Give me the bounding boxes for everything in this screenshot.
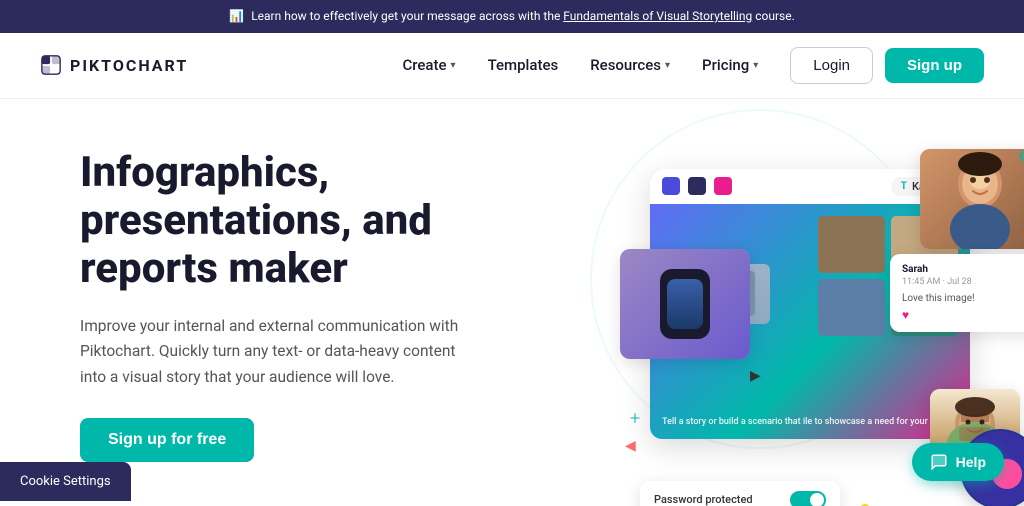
nav-links: Create ▾ Templates Resources ▾ Pricing ▾ [390, 48, 770, 82]
logo-icon [40, 54, 62, 76]
canvas-text: Tell a story or build a scenario that il… [662, 416, 958, 429]
plus-icon-1: + [630, 408, 640, 429]
hero-subtitle: Improve your internal and external commu… [80, 314, 460, 391]
create-label: Create [402, 56, 446, 74]
chat-heart-icon: ♥ [902, 308, 1024, 322]
nav-pricing[interactable]: Pricing ▾ [690, 48, 770, 82]
piktochart-t-icon: T [901, 181, 907, 192]
photo-3 [818, 279, 885, 336]
help-chat-icon [930, 453, 948, 471]
password-card: Password protected [640, 481, 840, 506]
templates-label: Templates [488, 56, 559, 74]
hero-text: Infographics, presentations, and reports… [80, 139, 560, 463]
color-swatch-pink [714, 177, 732, 195]
chat-card: Sarah 11:45 AM · Jul 28 Love this image!… [890, 254, 1024, 332]
watch-background [620, 249, 750, 359]
help-label: Help [956, 454, 986, 470]
nav-create[interactable]: Create ▾ [390, 48, 467, 82]
profile-card [920, 149, 1024, 249]
person-svg [940, 149, 1020, 249]
signup-button[interactable]: Sign up [885, 48, 984, 83]
photo-1 [818, 216, 885, 273]
logo-text: PIKTOCHART [70, 56, 188, 75]
red-triangle-decoration: ◀ [625, 438, 636, 454]
watch-screen [667, 279, 703, 329]
cursor-icon: ▶ [750, 368, 761, 384]
search-icon-deco [1019, 149, 1024, 170]
main-nav: PIKTOCHART Create ▾ Templates Resources … [0, 33, 1024, 99]
nav-buttons: Login Sign up [790, 47, 984, 84]
chat-message: Love this image! [902, 293, 1024, 304]
banner-text: Learn how to effectively get your messag… [251, 9, 563, 23]
password-label: Password protected [654, 493, 753, 506]
announcement-banner: 📊 Learn how to effectively get your mess… [0, 0, 1024, 33]
watch-card [620, 249, 750, 359]
color-swatch-blue [662, 177, 680, 195]
password-toggle[interactable] [790, 491, 826, 506]
banner-link[interactable]: Fundamentals of Visual Storytelling [563, 9, 752, 23]
hero-section: Infographics, presentations, and reports… [0, 99, 1024, 506]
nav-templates[interactable]: Templates [476, 48, 571, 82]
cta-button[interactable]: Sign up for free [80, 418, 254, 462]
banner-emoji: 📊 [229, 9, 244, 23]
profile-image [920, 149, 1024, 249]
resources-chevron: ▾ [665, 60, 670, 71]
resources-label: Resources [590, 56, 661, 74]
help-button[interactable]: Help [912, 443, 1004, 481]
banner-suffix: course. [755, 9, 795, 23]
pricing-label: Pricing [702, 56, 749, 74]
logo[interactable]: PIKTOCHART [40, 54, 188, 76]
cookie-settings-bar[interactable]: Cookie Settings [0, 462, 131, 501]
color-swatch-dark [688, 177, 706, 195]
pricing-chevron: ▾ [753, 60, 758, 71]
create-chevron: ▾ [451, 60, 456, 71]
hero-title: Infographics, presentations, and reports… [80, 149, 560, 294]
nav-resources[interactable]: Resources ▾ [578, 48, 682, 82]
login-button[interactable]: Login [790, 47, 873, 84]
chat-time: 11:45 AM · Jul 28 [902, 277, 1024, 287]
chat-username: Sarah [902, 264, 1024, 275]
yellow-dot-decoration [860, 504, 870, 506]
watch-body [660, 269, 710, 339]
